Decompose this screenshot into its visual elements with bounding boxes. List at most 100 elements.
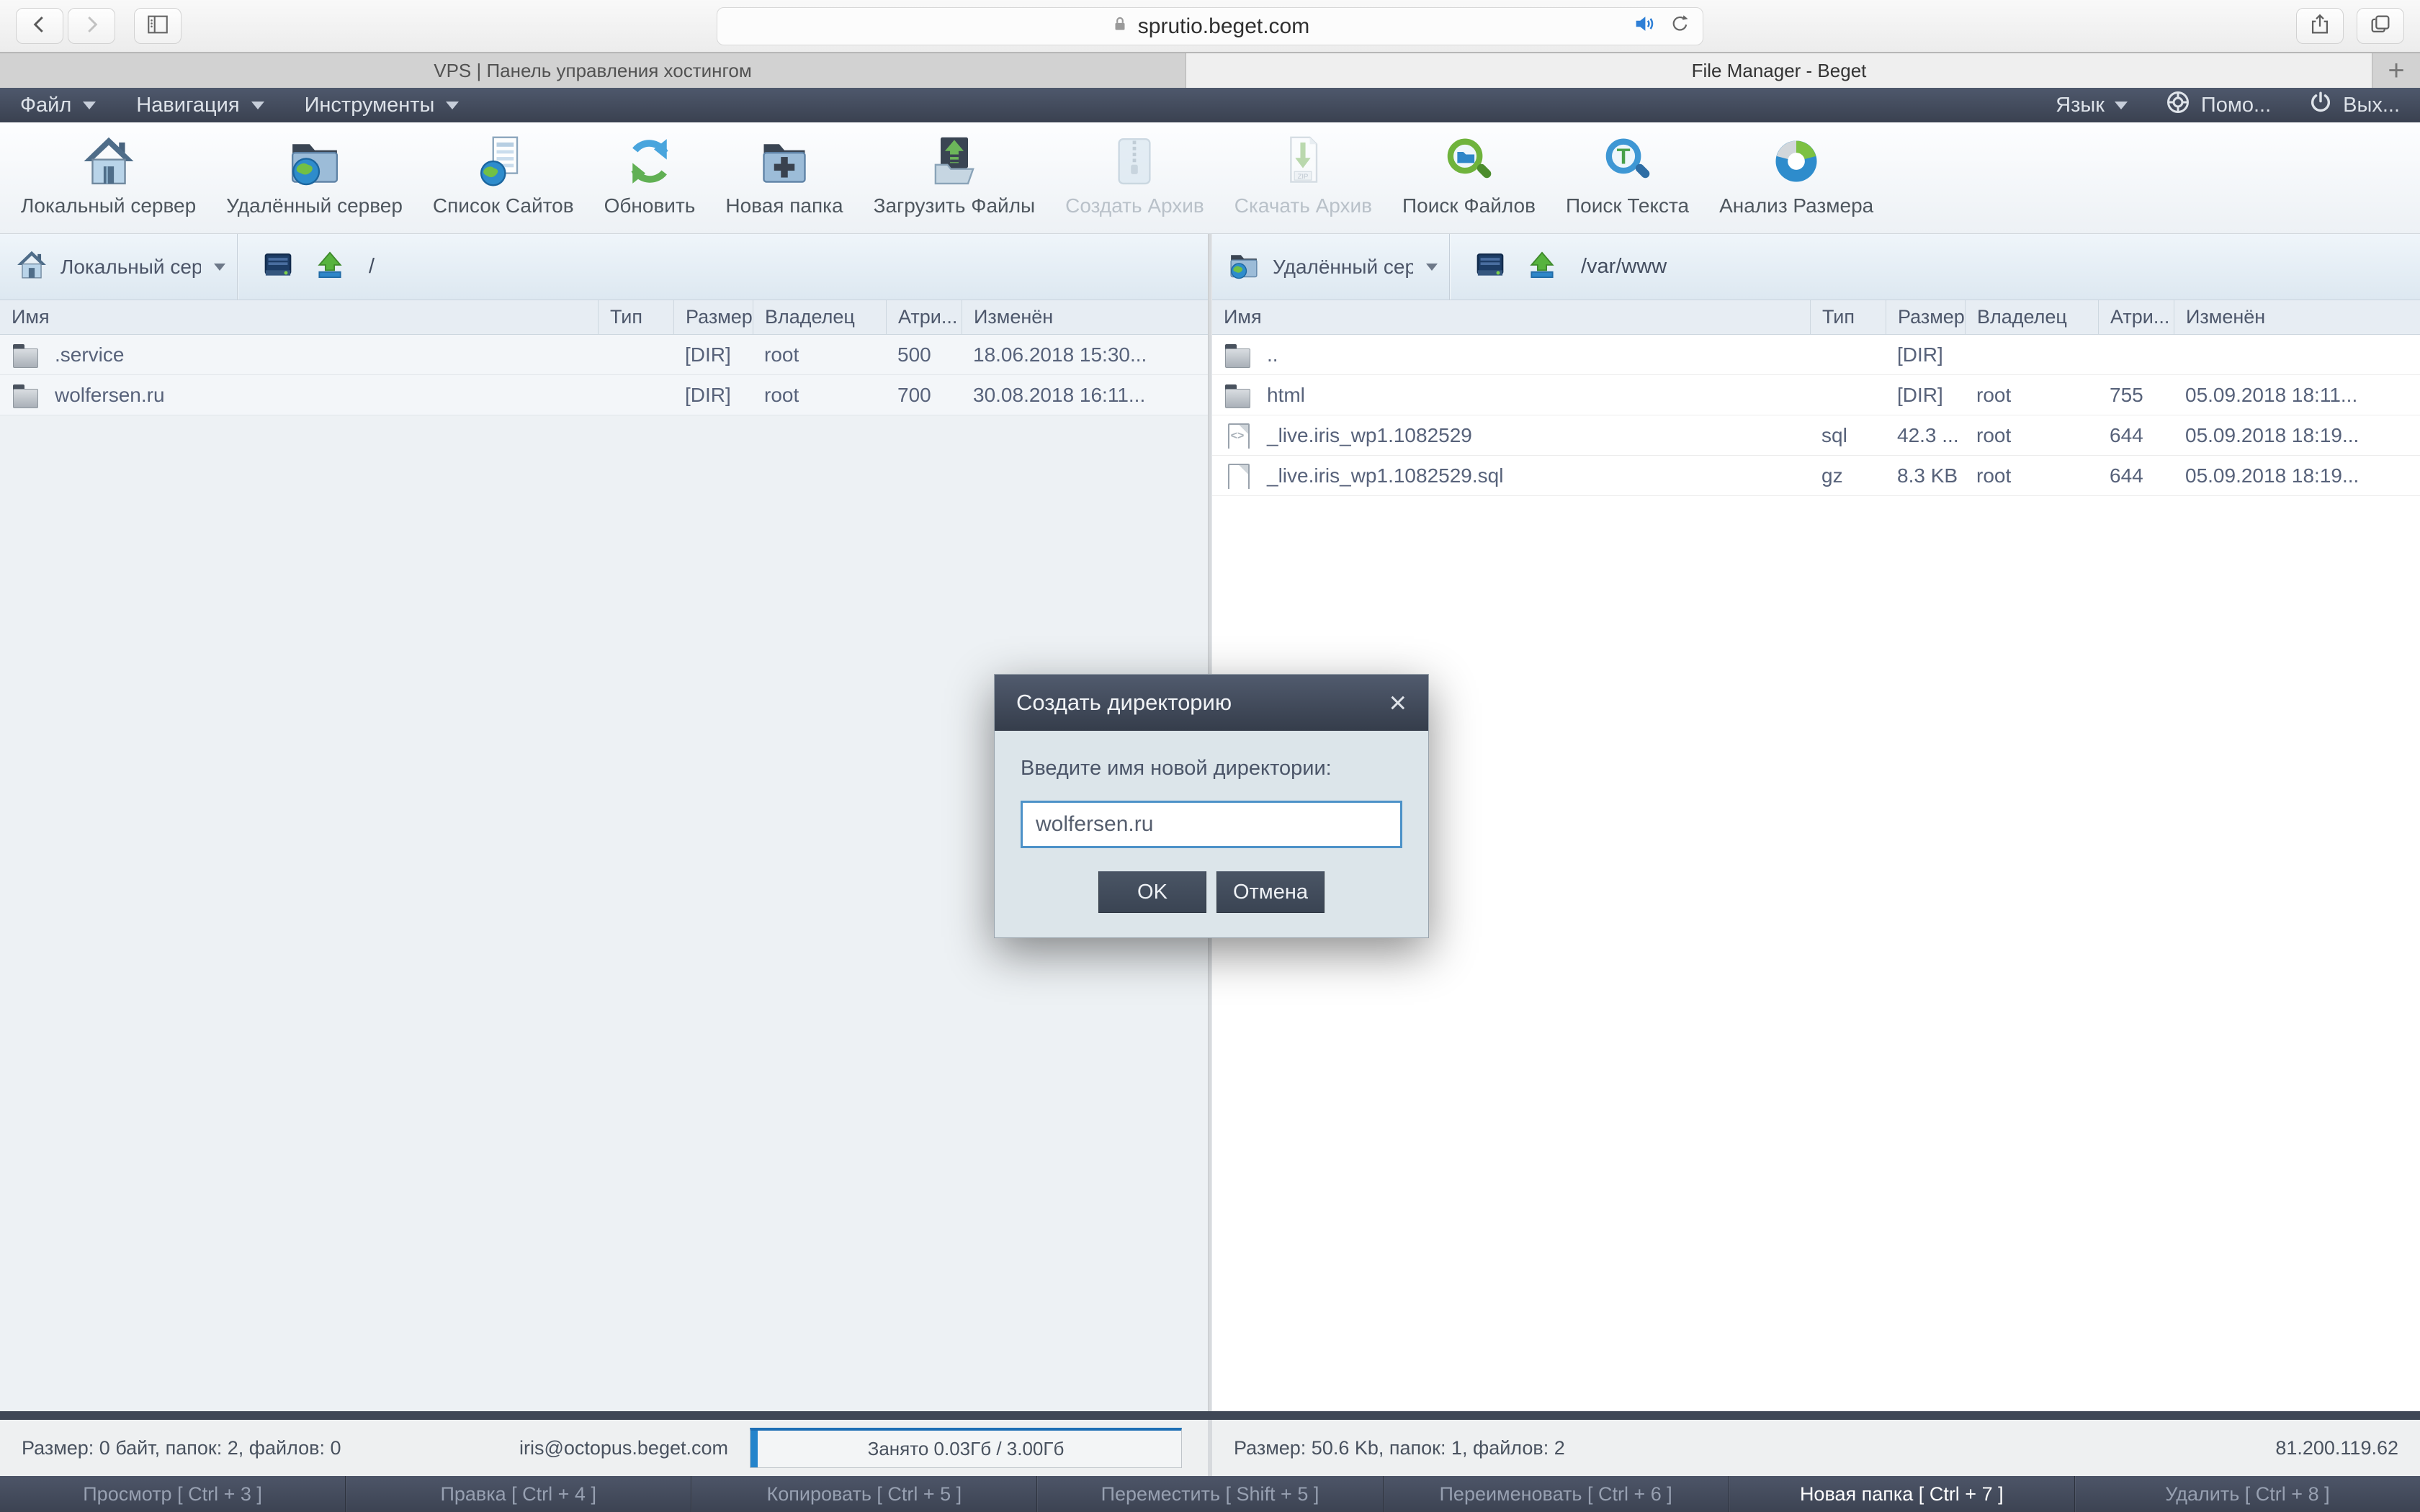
status-row: Размер: 0 байт, папок: 2, файлов: 0 iris… bbox=[0, 1411, 2420, 1476]
toolbar-button-folder-plus[interactable]: Новая папка bbox=[710, 131, 858, 220]
column-header[interactable]: Владелец bbox=[753, 300, 886, 334]
cell-type: sql bbox=[1810, 424, 1886, 447]
close-icon[interactable]: × bbox=[1389, 688, 1407, 718]
disk-icon[interactable] bbox=[262, 249, 294, 284]
file-row[interactable]: .. [DIR] bbox=[1212, 335, 2420, 375]
action-button[interactable]: Копировать [ Ctrl + 5 ] bbox=[691, 1476, 1036, 1512]
lock-icon bbox=[1111, 14, 1129, 39]
file-row[interactable]: html [DIR] root 755 05.09.2018 18:11... bbox=[1212, 375, 2420, 415]
cell-owner: root bbox=[1965, 424, 2098, 447]
sidebar-icon bbox=[145, 12, 170, 40]
dialog-label: Введите имя новой директории: bbox=[1021, 757, 1402, 780]
tab-overview-button[interactable] bbox=[2357, 8, 2404, 44]
screen: sprutio.beget.com VPS | Панель управлени… bbox=[0, 0, 2420, 1512]
back-button[interactable] bbox=[16, 8, 63, 44]
toolbar-button-upload[interactable]: Загрузить Файлы bbox=[859, 131, 1051, 220]
menu-exit[interactable]: Вых... bbox=[2308, 90, 2400, 120]
create-directory-dialog: Создать директорию × Введите имя новой д… bbox=[994, 674, 1429, 938]
remote-server-label: Удалённый серв... bbox=[1273, 256, 1413, 279]
up-directory-icon[interactable] bbox=[314, 249, 346, 284]
toolbar-button-search-text[interactable]: T Поиск Текста bbox=[1551, 131, 1704, 220]
upload-icon bbox=[927, 134, 982, 189]
action-button[interactable]: Просмотр [ Ctrl + 3 ] bbox=[0, 1476, 345, 1512]
toolbar-button-search-files[interactable]: Поиск Файлов bbox=[1387, 131, 1551, 220]
archive-download-icon: ZIP bbox=[1276, 134, 1330, 189]
cell-attrs: 755 bbox=[2098, 384, 2174, 407]
cell-modified: 18.06.2018 15:30... bbox=[962, 343, 1208, 366]
column-header[interactable]: Размер bbox=[673, 300, 753, 334]
action-button[interactable]: Удалить [ Ctrl + 8 ] bbox=[2074, 1476, 2420, 1512]
forward-button[interactable] bbox=[68, 8, 115, 44]
file-row[interactable]: wolfersen.ru [DIR] root 700 30.08.2018 1… bbox=[0, 375, 1208, 415]
file-row[interactable]: .service [DIR] root 500 18.06.2018 15:30… bbox=[0, 335, 1208, 375]
file-row[interactable]: _live.iris_wp1.1082529.sql gz 8.3 KB roo… bbox=[1212, 456, 2420, 496]
cell-owner: root bbox=[753, 343, 886, 366]
column-header[interactable]: Владелец bbox=[1965, 300, 2098, 334]
column-header[interactable]: Тип bbox=[598, 300, 673, 334]
folder-globe-icon bbox=[1228, 249, 1260, 284]
folder-icon bbox=[12, 382, 39, 408]
menu-language[interactable]: Язык bbox=[2056, 94, 2128, 117]
action-button[interactable]: Переименовать [ Ctrl + 6 ] bbox=[1383, 1476, 1729, 1512]
sidebar-toggle-button[interactable] bbox=[134, 8, 182, 44]
column-header[interactable]: Тип bbox=[1810, 300, 1886, 334]
remote-table-header: Имя Тип Размер Владелец Атри... Изменён bbox=[1212, 300, 2420, 335]
chevron-down-icon bbox=[214, 264, 225, 271]
cell-modified: 05.09.2018 18:19... bbox=[2174, 424, 2420, 447]
folder-icon bbox=[12, 342, 39, 368]
column-header[interactable]: Размер bbox=[1886, 300, 1965, 334]
reload-icon[interactable] bbox=[1670, 13, 1691, 40]
toolbar-button-refresh[interactable]: Обновить bbox=[589, 131, 711, 220]
chevron-down-icon bbox=[83, 102, 96, 109]
column-header[interactable]: Имя bbox=[1212, 300, 1810, 334]
local-path[interactable]: / bbox=[369, 255, 375, 279]
toolbar-button-folder-globe[interactable]: Удалённый сервер bbox=[211, 131, 418, 220]
folder-icon bbox=[1224, 382, 1251, 408]
column-header[interactable]: Атри... bbox=[2098, 300, 2174, 334]
toolbar-button-archive: Создать Архив bbox=[1050, 131, 1219, 220]
cancel-button[interactable]: Отмена bbox=[1216, 871, 1325, 913]
toolbar-button-home[interactable]: Локальный сервер bbox=[6, 131, 211, 220]
up-directory-icon[interactable] bbox=[1526, 249, 1558, 284]
remote-path[interactable]: /var/www bbox=[1581, 255, 1667, 279]
search-files-icon bbox=[1442, 134, 1497, 189]
cell-type: gz bbox=[1810, 464, 1886, 487]
back-icon bbox=[29, 14, 50, 39]
cell-attrs: 700 bbox=[886, 384, 962, 407]
quota-progressbar: Занято 0.03Гб / 3.00Гб bbox=[750, 1428, 1182, 1468]
action-button[interactable]: Новая папка [ Ctrl + 7 ] bbox=[1729, 1476, 2074, 1512]
file-row[interactable]: _live.iris_wp1.1082529 sql 42.3 ... root… bbox=[1212, 415, 2420, 456]
disk-icon[interactable] bbox=[1474, 249, 1506, 284]
action-button[interactable]: Переместить [ Shift + 5 ] bbox=[1036, 1476, 1382, 1512]
toolbar-button-globe-doc[interactable]: Список Сайтов bbox=[418, 131, 589, 220]
column-header[interactable]: Атри... bbox=[886, 300, 962, 334]
address-bar[interactable]: sprutio.beget.com bbox=[717, 7, 1703, 45]
local-server-select[interactable]: Локальный серв... bbox=[0, 234, 238, 300]
url-text: sprutio.beget.com bbox=[1138, 14, 1309, 39]
tab-file-manager[interactable]: File Manager - Beget bbox=[1186, 53, 2372, 88]
menu-file[interactable]: Файл bbox=[20, 94, 96, 117]
share-icon bbox=[2308, 12, 2332, 40]
menu-help[interactable]: Помо... bbox=[2165, 89, 2271, 121]
pie-chart-icon bbox=[1769, 134, 1824, 189]
share-button[interactable] bbox=[2296, 8, 2344, 44]
action-bar: Просмотр [ Ctrl + 3 ] Правка [ Ctrl + 4 … bbox=[0, 1476, 2420, 1512]
dialog-title-text: Создать директорию bbox=[1016, 690, 1232, 716]
tab-vps[interactable]: VPS | Панель управления хостингом bbox=[0, 53, 1186, 88]
menu-tools[interactable]: Инструменты bbox=[305, 94, 460, 117]
menu-navigation[interactable]: Навигация bbox=[136, 94, 264, 117]
svg-text:T: T bbox=[1616, 144, 1630, 169]
toolbar-button-pie-chart[interactable]: Анализ Размера bbox=[1704, 131, 1888, 220]
new-tab-button[interactable]: + bbox=[2372, 53, 2420, 88]
cell-size: [DIR] bbox=[673, 343, 753, 366]
column-header[interactable]: Изменён bbox=[2174, 300, 2420, 334]
ok-button[interactable]: OK bbox=[1098, 871, 1206, 913]
directory-name-input[interactable] bbox=[1021, 801, 1402, 848]
globe-doc-icon bbox=[476, 134, 531, 189]
action-button[interactable]: Правка [ Ctrl + 4 ] bbox=[345, 1476, 691, 1512]
column-header[interactable]: Имя bbox=[0, 300, 598, 334]
column-header[interactable]: Изменён bbox=[962, 300, 1208, 334]
file-code-icon bbox=[1224, 423, 1251, 449]
audio-icon[interactable] bbox=[1632, 12, 1657, 42]
remote-server-select[interactable]: Удалённый серв... bbox=[1212, 234, 1450, 300]
